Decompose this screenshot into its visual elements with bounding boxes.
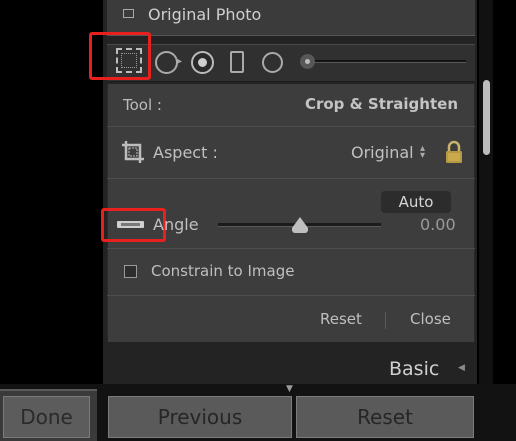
aspect-label: Aspect : — [153, 143, 218, 162]
divider — [107, 295, 475, 296]
reset-button[interactable]: Reset — [296, 396, 474, 438]
crop-reset-button[interactable]: Reset — [320, 310, 362, 328]
adjustment-brush-icon[interactable] — [300, 54, 315, 69]
done-button[interactable]: Done — [3, 396, 90, 438]
auto-straighten-button[interactable]: Auto — [381, 191, 451, 213]
collapse-triangle-icon[interactable]: ◀ — [458, 363, 465, 373]
tool-label: Tool : — [123, 96, 162, 114]
angle-label: Angle — [153, 215, 199, 234]
lock-icon[interactable] — [445, 140, 463, 164]
constrain-to-image-checkbox[interactable] — [124, 265, 137, 278]
divider — [107, 178, 475, 179]
original-photo-label: Original Photo — [148, 5, 262, 24]
angle-slider-thumb-base[interactable] — [292, 228, 308, 233]
crop-frame-icon[interactable] — [120, 139, 146, 165]
spot-removal-arrow-icon: ▸ — [177, 56, 183, 67]
panel-scrollbar[interactable] — [479, 0, 493, 384]
previous-button[interactable]: Previous — [108, 396, 292, 438]
expand-down-triangle-icon[interactable]: ▼ — [286, 384, 293, 394]
divider — [107, 126, 475, 127]
original-photo-checkbox[interactable] — [123, 9, 134, 18]
angle-value[interactable]: 0.00 — [420, 215, 456, 234]
divider — [107, 248, 475, 249]
spot-removal-icon[interactable] — [155, 51, 178, 74]
constrain-to-image-label[interactable]: Constrain to Image — [151, 262, 294, 280]
button-separator — [385, 312, 386, 329]
crop-close-button[interactable]: Close — [410, 310, 451, 328]
crop-tool-highlight — [89, 32, 151, 80]
adjustment-brush-slider-track[interactable] — [300, 60, 466, 63]
angle-slider-thumb[interactable] — [292, 217, 308, 228]
aspect-select[interactable]: Original — [351, 143, 414, 162]
red-eye-icon[interactable] — [191, 51, 214, 74]
panel-scrollbar-thumb[interactable] — [483, 80, 490, 155]
basic-panel-header[interactable]: Basic — [389, 358, 439, 380]
graduated-filter-icon[interactable] — [230, 51, 244, 73]
aspect-select-arrows-icon[interactable]: ▴ ▾ — [420, 144, 425, 161]
tool-value: Crop & Straighten — [304, 95, 458, 113]
radial-filter-icon[interactable] — [262, 52, 283, 73]
